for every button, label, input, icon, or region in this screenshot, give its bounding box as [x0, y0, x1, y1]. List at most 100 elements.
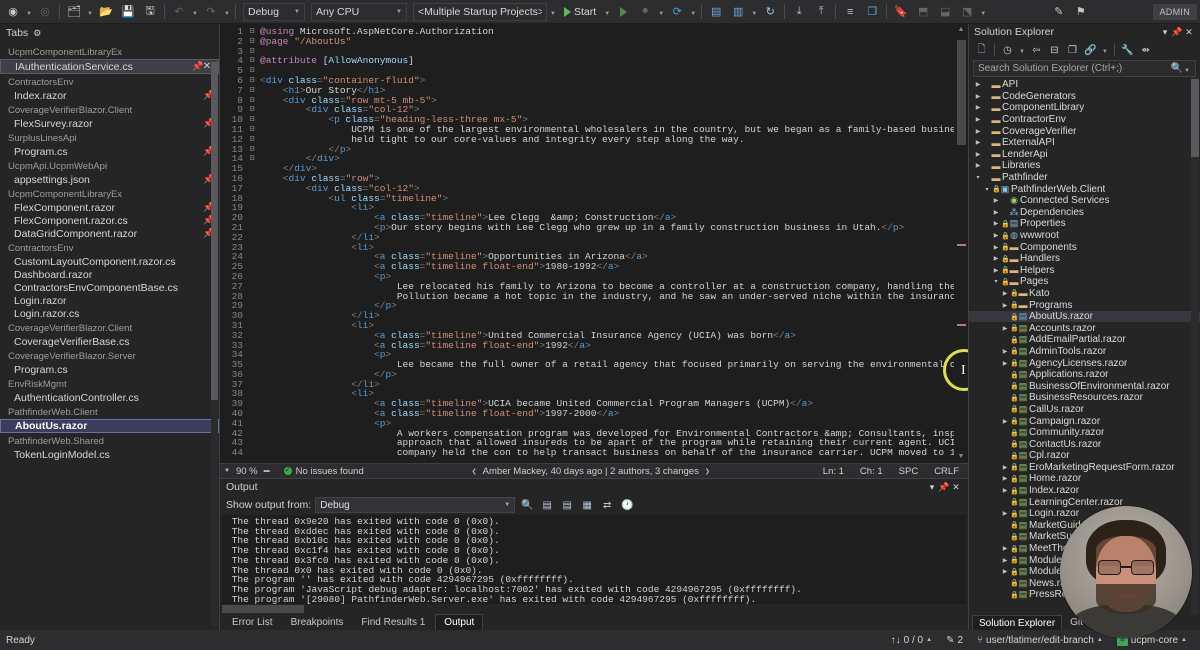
pin-icon[interactable]: 📌 [1171, 27, 1183, 38]
tab-item[interactable]: Login.razor [0, 294, 219, 307]
chevron-right-icon[interactable]: ▶ [973, 151, 983, 158]
solution-tree-item[interactable]: ▶ 🔒 ▬ Handlers [969, 253, 1200, 265]
chevron-down-icon[interactable]: ▾ [991, 278, 1001, 285]
code-line[interactable]: </div> [260, 154, 968, 164]
startup-dropdown-icon[interactable]: ▼ [549, 2, 557, 22]
window-layout-dropdown-icon[interactable]: ▼ [750, 2, 758, 22]
fold-toggle[interactable]: ⊟ [246, 47, 258, 57]
line-indicator[interactable]: Ln: 1 [818, 466, 849, 477]
chevron-right-icon[interactable]: ▶ [973, 128, 983, 135]
back-dropdown-icon[interactable]: ▼ [25, 2, 33, 22]
comment-icon[interactable]: ❐ [862, 2, 882, 22]
chevron-right-icon[interactable]: ▶ [991, 209, 1001, 216]
chevron-down-icon[interactable]: ▾ [926, 482, 938, 493]
solution-tree-item[interactable]: 🔒 ▤ AddEmailPartial.razor [969, 334, 1200, 346]
pin-icon[interactable]: 📌 [192, 61, 203, 72]
fold-toggle[interactable]: ⊟ [246, 154, 258, 164]
chevron-right-icon[interactable]: ▶ [973, 139, 983, 146]
fold-toggle[interactable]: ⊟ [246, 27, 258, 37]
tab-item[interactable]: AboutUs.razor [0, 419, 219, 433]
solution-tree-item[interactable]: 🔒 ▤ AboutUs.razor [969, 310, 1200, 323]
output-horizontal-scrollbar[interactable] [222, 604, 966, 614]
window-layout-icon[interactable]: ▥ [728, 2, 748, 22]
solution-tree-item[interactable]: ▶ 🔒 ▤ Accounts.razor [969, 322, 1200, 334]
column-indicator[interactable]: Ch: 1 [855, 466, 888, 477]
issues-label[interactable]: No issues found [296, 466, 364, 477]
tab-item[interactable]: CoverageVerifierBase.cs [0, 335, 219, 348]
solution-tree-item[interactable]: ▶ ▬ CodeGenerators [969, 91, 1200, 103]
eol-indicator[interactable]: CRLF [929, 466, 964, 477]
close-icon[interactable]: ✕ [1183, 27, 1195, 38]
chevron-right-icon[interactable]: ▶ [1000, 325, 1010, 332]
code-text[interactable]: @using Microsoft.AspNetCore.Authorizatio… [258, 24, 968, 463]
step-over-icon[interactable]: ⤒ [811, 2, 831, 22]
dock-tab-find-results-1[interactable]: Find Results 1 [353, 614, 433, 630]
toggle-wordwrap-icon[interactable]: ▤ [559, 497, 575, 513]
chevron-right-icon[interactable]: ▶ [1000, 360, 1010, 367]
fold-toggle[interactable]: ⊟ [246, 66, 258, 76]
properties-icon[interactable]: 🔧 [1120, 43, 1135, 58]
view-dropdown-icon[interactable]: ▼ [1101, 40, 1109, 60]
chevron-right-icon[interactable]: ▶ [973, 93, 983, 100]
chevron-right-icon[interactable]: ▶ [973, 81, 983, 88]
collapse-all-icon[interactable]: ⊟ [1047, 43, 1062, 58]
solution-tree-item[interactable]: ▶ ▬ API [969, 79, 1200, 91]
tabs-list[interactable]: UcpmComponentLibraryEx IAuthenticationSer… [0, 42, 219, 630]
start-debug-button[interactable]: Start [559, 2, 601, 22]
solution-tree-item[interactable]: ▾ 🔒 ▣ PathfinderWeb.Client [969, 183, 1200, 195]
chevron-right-icon[interactable]: ▶ [991, 220, 1001, 227]
go-to-message-icon[interactable]: ▦ [579, 497, 595, 513]
scroll-up-icon[interactable]: ▲ [954, 24, 968, 36]
solution-tree-item[interactable]: ▶ 🔒 ▤ Campaign.razor [969, 415, 1200, 427]
fold-margin[interactable]: ⊟ ⊟ ⊟ ⊟ ⊟ ⊟ ⊟ ⊟ ⊟ ⊟ ⊟ ⊟ ⊟ ⊟ [246, 24, 258, 463]
tab-item[interactable]: appsettings.json 📌 [0, 173, 219, 186]
hot-reload-dropdown-icon[interactable]: ▼ [657, 2, 665, 22]
zoom-level[interactable]: 90 % [236, 466, 258, 477]
fold-toggle[interactable]: ⊟ [246, 96, 258, 106]
solution-tree-item[interactable]: ▶ 🔒 ▬ Components [969, 241, 1200, 253]
search-options-icon[interactable]: ▼ [1183, 59, 1191, 79]
solution-tree-item[interactable]: ▶ 🔒 ▬ Kato [969, 288, 1200, 300]
solution-tree-item[interactable]: ▶ ▬ ContractorEnv [969, 114, 1200, 126]
chevron-right-icon[interactable]: ▶ [1000, 302, 1010, 309]
solution-tree-item[interactable]: ▶ ▬ ExternalAPI [969, 137, 1200, 149]
solution-tree-item[interactable]: ▶ ▬ ComponentLibrary [969, 102, 1200, 114]
solution-tree-scrollbar[interactable] [1191, 77, 1199, 615]
platform-dropdown[interactable]: Any CPU ▼ [311, 2, 407, 21]
back-navigate-icon[interactable]: ◉ [3, 2, 23, 22]
git-blame-label[interactable]: Amber Mackey, 40 days ago | 2 authors, 3… [483, 466, 699, 477]
chevron-down-icon[interactable]: ▾ [1159, 27, 1171, 38]
chevron-right-icon[interactable]: ▶ [1000, 418, 1010, 425]
new-file-icon[interactable]: 🗋 [974, 43, 989, 58]
tab-item[interactable]: AuthenticationController.cs [0, 391, 219, 404]
redo-dropdown-icon[interactable]: ▼ [223, 2, 231, 22]
tab-item[interactable]: Login.razor.cs [0, 307, 219, 320]
start-without-debugging-icon[interactable] [613, 2, 633, 22]
indent-icon[interactable]: ≡ [840, 2, 860, 22]
history-icon[interactable]: 🕐 [619, 497, 635, 513]
solution-tree-item[interactable]: ▶ ⁂ Dependencies [969, 207, 1200, 219]
fold-toggle[interactable]: ⊟ [246, 86, 258, 96]
filter-icon[interactable]: ⇄ [599, 497, 615, 513]
solution-explorer-search[interactable]: Search Solution Explorer (Ctrl+;) 🔍 ▼ [973, 60, 1196, 77]
fold-toggle[interactable]: ⊟ [246, 135, 258, 145]
chevron-down-icon[interactable]: ▾ [982, 186, 992, 193]
chevron-right-icon[interactable]: ▶ [973, 162, 983, 169]
solution-tree-item[interactable]: 🔒 ▤ ContactUs.razor [969, 438, 1200, 450]
tab-item[interactable]: IAuthenticationService.cs 📌 ✕ [0, 59, 219, 74]
code-line[interactable]: company held the con to help transact bu… [260, 448, 968, 458]
dock-tab-error-list[interactable]: Error List [224, 614, 281, 630]
solution-tree-item[interactable]: 🔒 ▤ BusinessOfEnvironmental.razor [969, 380, 1200, 392]
output-source-dropdown[interactable]: Debug ▼ [315, 497, 516, 513]
step-into-icon[interactable]: ⤓ [789, 2, 809, 22]
new-project-dropdown-icon[interactable]: ▼ [86, 2, 94, 22]
close-icon[interactable]: ✕ [950, 482, 962, 493]
scroll-down-icon[interactable]: ▼ [954, 451, 968, 463]
solution-tree-item[interactable]: 🔒 ▤ CallUs.razor [969, 404, 1200, 416]
solution-tree-item[interactable]: 🔒 ▤ Community.razor [969, 427, 1200, 439]
chevron-right-icon[interactable]: ▶ [991, 197, 1001, 204]
chevron-right-icon[interactable]: ▶ [991, 232, 1001, 239]
pending-edits-button[interactable]: ✎ 2 [939, 635, 970, 646]
fold-toggle[interactable]: ⊟ [246, 115, 258, 125]
chevron-right-icon[interactable]: ▶ [1000, 510, 1010, 517]
